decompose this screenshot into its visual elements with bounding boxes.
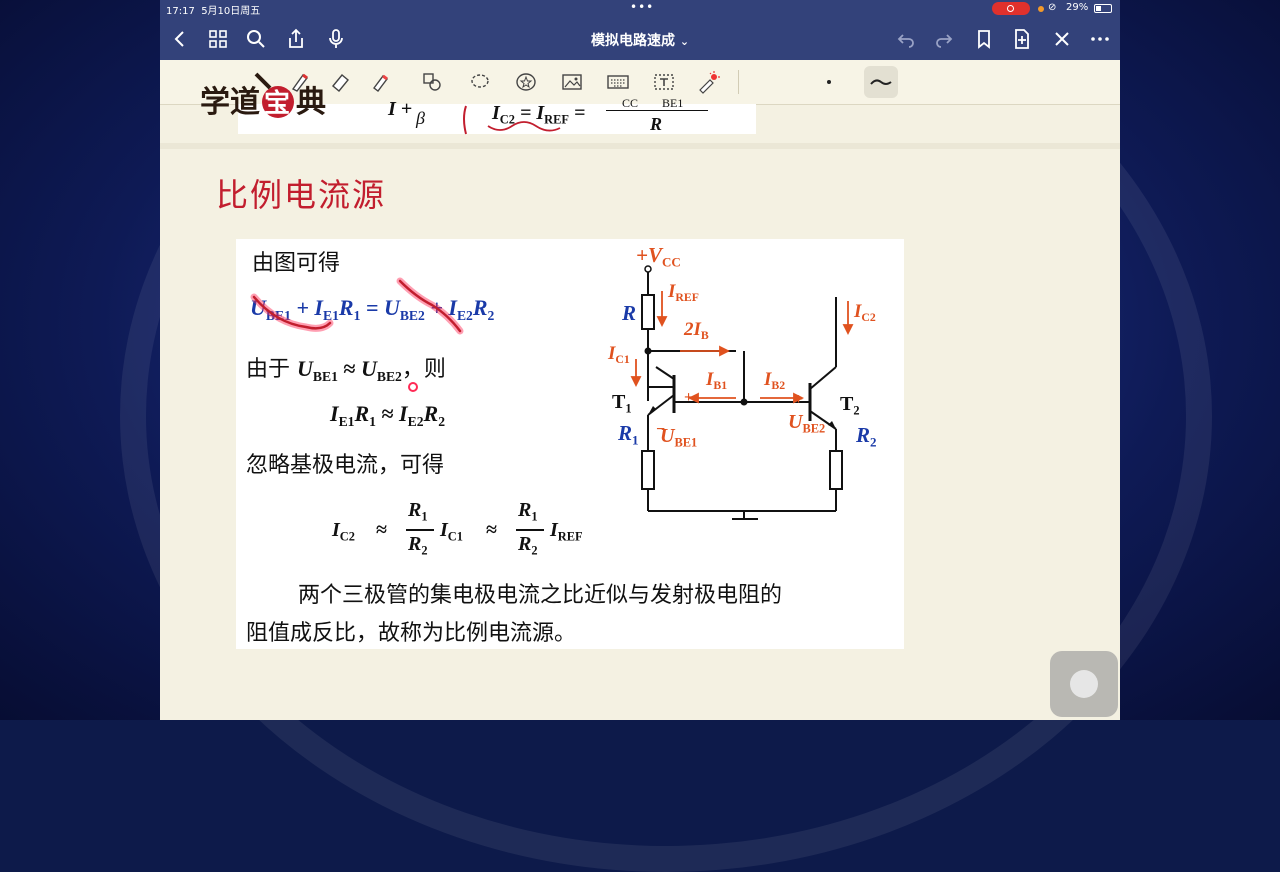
label-plus-2: + <box>794 391 804 408</box>
svg-text:学道: 学道 <box>200 85 260 120</box>
pen-size-dot[interactable] <box>827 80 831 84</box>
svg-text:典: 典 <box>296 85 326 120</box>
nav-bar: 模拟电路速成 ⌄ <box>160 18 1120 60</box>
resistor-R1 <box>641 450 655 490</box>
equation-3: IE1R1 ≈ IE2R2 <box>330 401 446 429</box>
label-iref: IREF <box>668 281 699 305</box>
label-ube2: UBE2 <box>788 411 826 436</box>
laser-pointer-icon[interactable] <box>696 70 720 94</box>
eq5-ic2: IC2 <box>332 519 355 544</box>
label-t1: T1 <box>612 391 632 416</box>
bookmark-icon[interactable] <box>972 27 996 51</box>
resistor-R2 <box>829 450 843 490</box>
label-R: R <box>622 301 637 325</box>
eq5-frac2-num: R1 <box>518 499 538 524</box>
status-date: 5月10日周五 <box>201 6 261 17</box>
label-r1: R1 <box>618 421 639 448</box>
assistive-touch-button[interactable] <box>1050 651 1118 717</box>
redo-icon[interactable] <box>932 27 956 51</box>
close-icon[interactable] <box>1050 27 1074 51</box>
eq5-frac1-bar <box>406 529 434 531</box>
chevron-down-icon: ⌄ <box>679 35 690 48</box>
xuedao-logo: 学道 宝 典 <box>200 72 326 120</box>
screen-record-icon[interactable] <box>992 2 1030 15</box>
status-time: 17:17 5月10日周五 <box>166 6 261 17</box>
eq5-frac2-den: R2 <box>518 533 538 558</box>
eq5-approx-2: ≈ <box>486 519 497 541</box>
eq5-frac1-num: R1 <box>408 499 428 524</box>
paragraph-line-2: 阻值成反比，故称为比例电流源。 <box>246 621 577 646</box>
eq5-approx-1: ≈ <box>376 519 387 541</box>
wave-pen-icon <box>870 79 892 85</box>
mic-indicator-icon <box>1038 6 1044 12</box>
more-icon[interactable] <box>1088 27 1112 51</box>
lasso-select-icon[interactable] <box>468 70 492 94</box>
label-ic1: IC1 <box>608 343 630 367</box>
shapes-icon[interactable] <box>420 70 444 94</box>
add-page-icon[interactable] <box>1010 27 1034 51</box>
heading-text: 比例电流源 <box>216 176 387 214</box>
ipad-screen: 17:17 5月10日周五 ••• ⊘ 29% 模拟电路速成 ⌄ I + β I… <box>160 0 1120 720</box>
battery-icon <box>1094 4 1112 13</box>
label-ube1: UBE1 <box>660 425 698 450</box>
ink-annotations <box>250 277 464 392</box>
resistor-R <box>641 294 655 330</box>
text-icon[interactable] <box>652 70 676 94</box>
eq5-frac2-bar <box>516 529 544 531</box>
battery-percent: 29% <box>1066 2 1089 13</box>
node-base <box>740 398 748 406</box>
tool-divider <box>738 70 739 94</box>
multitask-dots-icon[interactable]: ••• <box>630 0 654 14</box>
keyboard-icon[interactable] <box>606 70 630 94</box>
current-mirror-circuit <box>630 265 854 520</box>
wave-pen-button[interactable] <box>864 66 898 98</box>
eq5-frac1-den: R2 <box>408 533 428 558</box>
eq5-ic1: IC1 <box>440 519 463 544</box>
image-icon[interactable] <box>560 70 584 94</box>
eq5-iref: IREF <box>550 519 583 544</box>
label-plus-1: + <box>684 389 694 406</box>
label-ib1: IB1 <box>706 369 728 393</box>
label-vcc: +VCC <box>636 243 681 270</box>
page-separator <box>160 143 1120 149</box>
label-2ib: 2IB <box>684 319 709 343</box>
label-r2: R2 <box>856 423 877 450</box>
handwritten-heading: 比例电流源 <box>216 170 386 216</box>
link-icon: ⊘ <box>1048 2 1057 13</box>
sticker-icon[interactable] <box>514 70 538 94</box>
label-ib2: IB2 <box>764 369 786 393</box>
svg-text:宝: 宝 <box>264 88 290 119</box>
text-line-5: 忽略基极电流，可得 <box>246 453 445 478</box>
paragraph-line-1: 两个三极管的集电极电流之比近似与发射极电阻的 <box>298 583 783 608</box>
highlighter-icon[interactable] <box>368 70 392 94</box>
label-ic2: IC2 <box>854 301 876 325</box>
node-c1 <box>644 347 652 355</box>
slide-content: 由图可得 UBE1 + IE1R1 = UBE2 + IE2R2 由于 UBE1… <box>236 239 904 649</box>
status-bar: 17:17 5月10日周五 ••• ⊘ 29% <box>160 0 1120 18</box>
label-t2: T2 <box>840 393 860 418</box>
undo-icon[interactable] <box>894 27 918 51</box>
